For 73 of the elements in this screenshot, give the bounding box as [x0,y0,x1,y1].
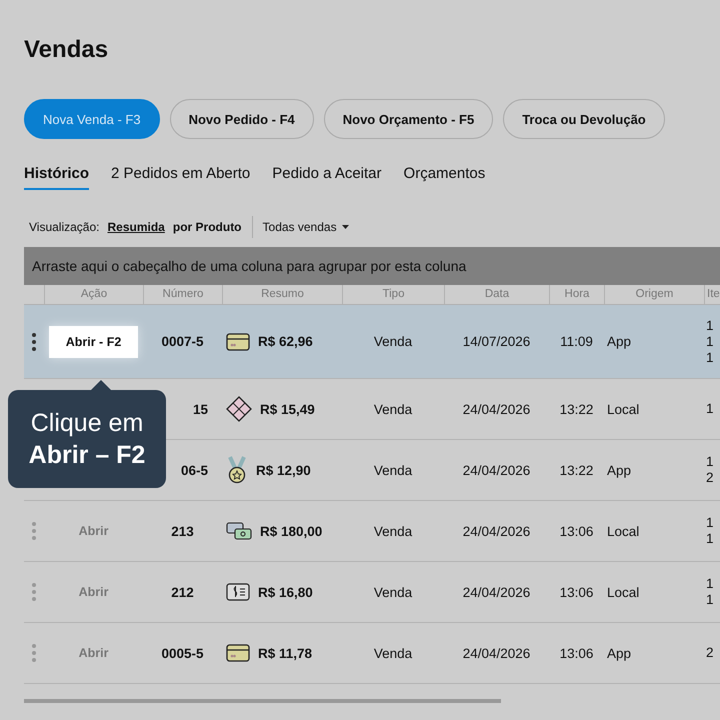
table-cell-text: 0005-5 [160,646,205,660]
tab[interactable]: 2 Pedidos em Aberto [111,161,250,190]
table-cell-text: App [606,334,632,349]
diamond-icon [226,396,252,422]
table-cell-text: Local [606,524,640,538]
table-cell: R$ 180,00 [260,524,322,538]
table-cell-text: Venda [372,584,414,600]
table-cell-text: 212 [170,584,195,600]
cash-icon [226,522,252,540]
table-cell-text: 13:22 [558,402,594,416]
table-cell: R$ 16,80 [258,584,313,600]
table-cell-text: 0007-5 [160,334,205,349]
table-cell-text: 13:06 [558,524,594,538]
group-bar: Arraste aqui o cabeçalho de uma coluna para agrupar por esta coluna [24,247,720,285]
table-cell-text: Local [606,402,640,416]
table-cell-text: 24/04/2026 [462,524,532,538]
view-label: Visualização: [29,220,100,234]
table-cell: R$ 12,90 [256,462,311,478]
table-cell-text: 24/04/2026 [462,462,532,478]
table-cell: R$ 11,78 [258,646,312,660]
action-button[interactable]: Troca ou Devolução [503,99,665,139]
table-cell-text: 1 [706,531,715,547]
table-cell-text: 06-5 [180,462,209,478]
table-cell-text: 15 [192,402,209,416]
scrollbar[interactable] [24,699,501,703]
table-cell-text: 2 [706,470,715,486]
view-option[interactable]: Resumida [108,220,165,234]
table-cell-text: 1 [706,592,715,608]
action-button[interactable]: Novo Orçamento - F5 [324,99,494,139]
filter-dropdown[interactable]: Todas vendas [262,220,349,234]
table-cell-text: 1 [706,401,715,417]
table-cell-text: Venda [372,462,414,478]
table-cell-text: 14/07/2026 [462,334,532,349]
view-option[interactable]: por Produto [172,220,242,234]
tooltip-text: Abrir – F2 [28,440,146,471]
table-cell-text: 11:09 [559,334,594,349]
table-cell-text: 13:06 [558,646,594,660]
medal-icon [226,456,248,484]
table-cell-text: 1 [706,454,715,470]
page-title: Vendas [24,36,110,64]
card-icon [226,332,250,350]
table-cell: R$ 15,49 [260,402,315,416]
table-cell-text: Venda [372,334,414,349]
tab[interactable]: Orçamentos [404,161,486,190]
table-cell-text: Venda [372,402,414,416]
table-cell: R$ 62,96 [258,334,313,349]
tab[interactable]: Histórico [24,161,90,190]
table-cell-text: 1 [706,318,715,334]
table-cell-text: 1 [706,515,715,531]
table-cell-text: Venda [372,524,414,538]
table-cell-text: App [606,646,632,660]
table-cell-text: Local [606,584,640,600]
tooltip-text: Clique em [30,408,144,439]
table-cell-text: 213 [170,524,195,538]
table-cell-text: 13:06 [558,584,594,600]
tab[interactable]: Pedido a Aceitar [272,161,382,190]
table-cell-text: App [606,462,632,478]
selected-row[interactable]: Abrir - F2 0007-5 R$ 62,96 Venda 14/07/2026 11:09 App 1 1 1 [24,305,720,379]
table-cell-text: 1 [706,334,715,350]
table-cell-text: 1 [706,576,715,592]
bill-icon [226,583,250,601]
action-button[interactable]: Novo Pedido - F4 [170,99,314,139]
open-button[interactable]: Abrir - F2 [48,326,138,358]
table-cell-text: 2 [706,645,715,661]
table-cell-text: 1 [706,350,715,366]
table-cell-text: Venda [372,646,414,660]
table-cell-text: 24/04/2026 [462,646,532,660]
table-cell-text: 24/04/2026 [462,402,532,416]
table-cell-text: 13:22 [558,462,594,478]
more-icon[interactable] [32,332,36,350]
caret-icon [342,225,349,229]
card-icon [226,644,250,662]
table-cell-text: 24/04/2026 [462,584,532,600]
